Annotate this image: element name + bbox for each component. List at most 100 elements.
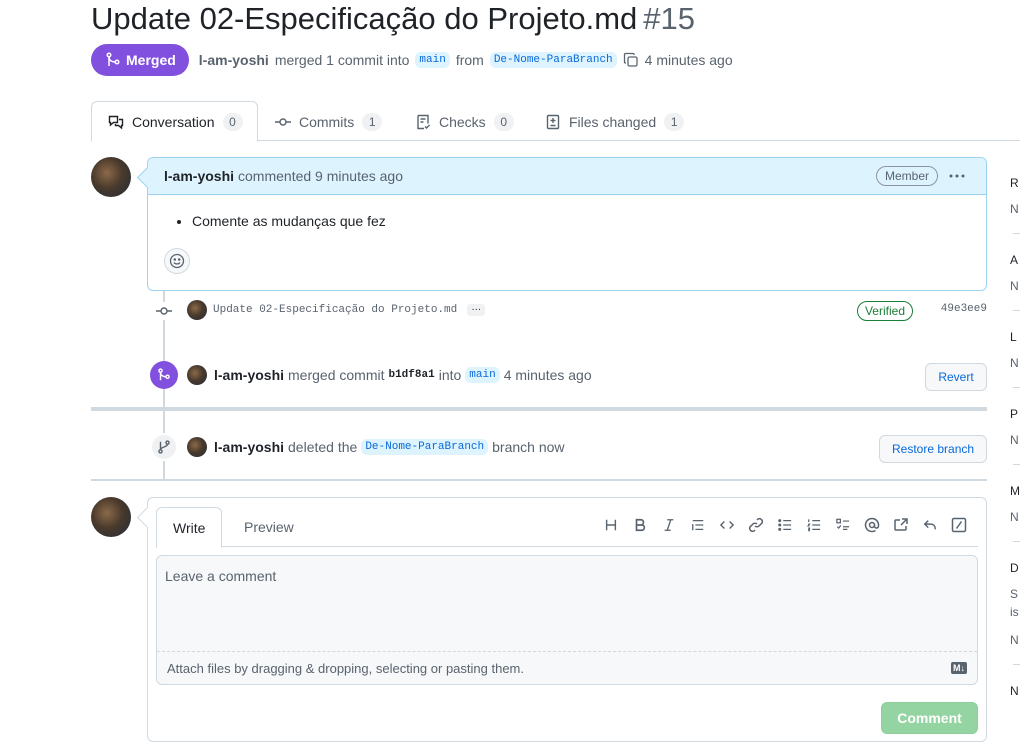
sidebar-heading[interactable]: P	[1010, 407, 1018, 421]
attach-files-text[interactable]: Attach files by dragging & dropping, sel…	[167, 661, 524, 676]
copy-icon[interactable]	[623, 52, 639, 68]
avatar[interactable]	[91, 157, 131, 197]
tab-counter: 1	[664, 112, 685, 131]
git-branch-icon	[150, 433, 178, 461]
avatar[interactable]	[187, 300, 207, 320]
sidebar-divider	[1013, 464, 1020, 465]
sidebar-heading[interactable]: D	[1010, 561, 1019, 575]
tab-counter: 1	[362, 112, 383, 131]
into-text: into	[438, 367, 462, 383]
git-merge-icon	[105, 52, 121, 68]
tab-label: Commits	[299, 113, 355, 130]
smiley-icon[interactable]	[164, 248, 190, 274]
comment-submit-button[interactable]: Comment	[881, 702, 978, 734]
tab-conversation[interactable]: Conversation 0	[91, 101, 258, 142]
merged-state-badge: Merged	[91, 44, 189, 76]
event-text: deleted the	[288, 439, 358, 455]
sidebar-heading[interactable]: L	[1010, 330, 1017, 344]
sidebar-heading[interactable]: R	[1010, 176, 1019, 190]
commit-sha[interactable]: 49e3ee9	[941, 303, 987, 315]
sidebar-divider	[1013, 310, 1020, 311]
tab-checks[interactable]: Checks 0	[415, 101, 514, 142]
author-link[interactable]: l-am-yoshi	[199, 52, 269, 68]
cross-reference-icon[interactable]	[892, 515, 910, 535]
base-branch[interactable]: main	[415, 52, 450, 68]
sidebar-value: N	[1010, 633, 1019, 647]
reply-icon[interactable]	[921, 515, 939, 535]
heading-icon[interactable]	[602, 515, 620, 535]
pr-number: #15	[643, 1, 695, 36]
pr-sidebar: R N A N L N P N M N D S is N N	[1010, 160, 1020, 742]
tab-label: Checks	[439, 113, 486, 130]
comment-author[interactable]: l-am-yoshi	[164, 168, 234, 184]
verified-badge[interactable]: Verified	[856, 301, 913, 321]
unordered-list-icon[interactable]	[776, 515, 794, 535]
commit-message[interactable]: Update 02-Especificação do Projeto.md	[213, 304, 457, 316]
state-label: Merged	[126, 52, 176, 68]
bold-icon[interactable]	[631, 515, 649, 535]
git-merge-icon	[150, 361, 178, 389]
comment-editor: Attach files by dragging & dropping, sel…	[156, 555, 978, 685]
restore-branch-button[interactable]: Restore branch	[879, 435, 987, 463]
pr-meta: Merged l-am-yoshi merged 1 commit into m…	[91, 44, 733, 76]
sidebar-divider	[1013, 541, 1020, 542]
file-diff-icon	[545, 114, 561, 130]
mention-icon[interactable]	[863, 515, 881, 535]
git-commit-icon	[155, 302, 173, 320]
timeline-divider	[91, 407, 987, 411]
comment-time[interactable]: commented 9 minutes ago	[238, 168, 403, 184]
sidebar-heading[interactable]: M	[1010, 484, 1020, 498]
delete-branch-event: l-am-yoshi deleted the De-Nome-ParaBranc…	[187, 437, 565, 457]
tab-label: Conversation	[132, 113, 215, 130]
deleted-branch[interactable]: De-Nome-ParaBranch	[361, 439, 489, 455]
slash-commands-icon[interactable]	[950, 515, 968, 535]
event-text: merged commit	[288, 367, 385, 383]
code-icon[interactable]	[718, 515, 736, 535]
comment-textarea[interactable]	[157, 556, 977, 652]
pr-title: Update 02-Especificação do Projeto.md #15	[91, 0, 695, 38]
avatar[interactable]	[91, 497, 131, 537]
attach-files-bar[interactable]: Attach files by dragging & dropping, sel…	[157, 651, 977, 684]
expand-commit-button[interactable]: …	[467, 303, 486, 316]
comment-header: l-am-yoshi commented 9 minutes ago Membe…	[148, 158, 986, 195]
sidebar-heading[interactable]: A	[1010, 253, 1018, 267]
event-author[interactable]: l-am-yoshi	[214, 439, 284, 455]
tab-preview[interactable]: Preview	[228, 507, 310, 547]
ordered-list-icon[interactable]	[805, 515, 823, 535]
base-branch[interactable]: main	[465, 367, 500, 383]
sidebar-value: N	[1010, 433, 1019, 447]
commit-row: Update 02-Especificação do Projeto.md … …	[187, 299, 987, 321]
tab-label: Files changed	[569, 113, 657, 130]
quote-icon[interactable]	[689, 515, 707, 535]
sidebar-divider	[1013, 233, 1020, 234]
avatar[interactable]	[187, 365, 207, 385]
tab-write[interactable]: Write	[156, 507, 223, 548]
tab-files-changed[interactable]: Files changed 1	[545, 101, 685, 142]
sidebar-divider	[1013, 664, 1020, 665]
comment-body: Comente as mudanças que fez	[148, 195, 986, 229]
kebab-horizontal-icon[interactable]	[946, 166, 968, 186]
sidebar-heading[interactable]: N	[1010, 684, 1019, 698]
merge-commit-hash[interactable]: b1df8a1	[388, 369, 434, 381]
comment-card: l-am-yoshi commented 9 minutes ago Membe…	[147, 157, 987, 291]
italic-icon[interactable]	[660, 515, 678, 535]
tab-counter: 0	[493, 112, 514, 131]
sidebar-value: N	[1010, 279, 1019, 293]
pr-tabs: Conversation 0 Commits 1 Checks 0 Files …	[91, 101, 1020, 142]
head-branch[interactable]: De-Nome-ParaBranch	[489, 52, 617, 68]
event-time[interactable]: 4 minutes ago	[504, 367, 592, 383]
list-item: Comente as mudanças que fez	[192, 213, 970, 229]
sidebar-divider	[1013, 387, 1020, 388]
link-icon[interactable]	[747, 515, 765, 535]
event-author[interactable]: l-am-yoshi	[214, 367, 284, 383]
markdown-icon[interactable]: M↓	[951, 662, 967, 674]
sidebar-value: N	[1010, 356, 1019, 370]
markdown-toolbar	[602, 515, 968, 535]
comment-discussion-icon	[108, 114, 124, 130]
revert-button[interactable]: Revert	[925, 363, 987, 391]
tab-commits[interactable]: Commits 1	[275, 101, 383, 142]
avatar[interactable]	[187, 437, 207, 457]
task-list-icon[interactable]	[834, 515, 852, 535]
editor-tabs: Write Preview	[156, 507, 978, 548]
git-commit-icon	[275, 114, 291, 130]
